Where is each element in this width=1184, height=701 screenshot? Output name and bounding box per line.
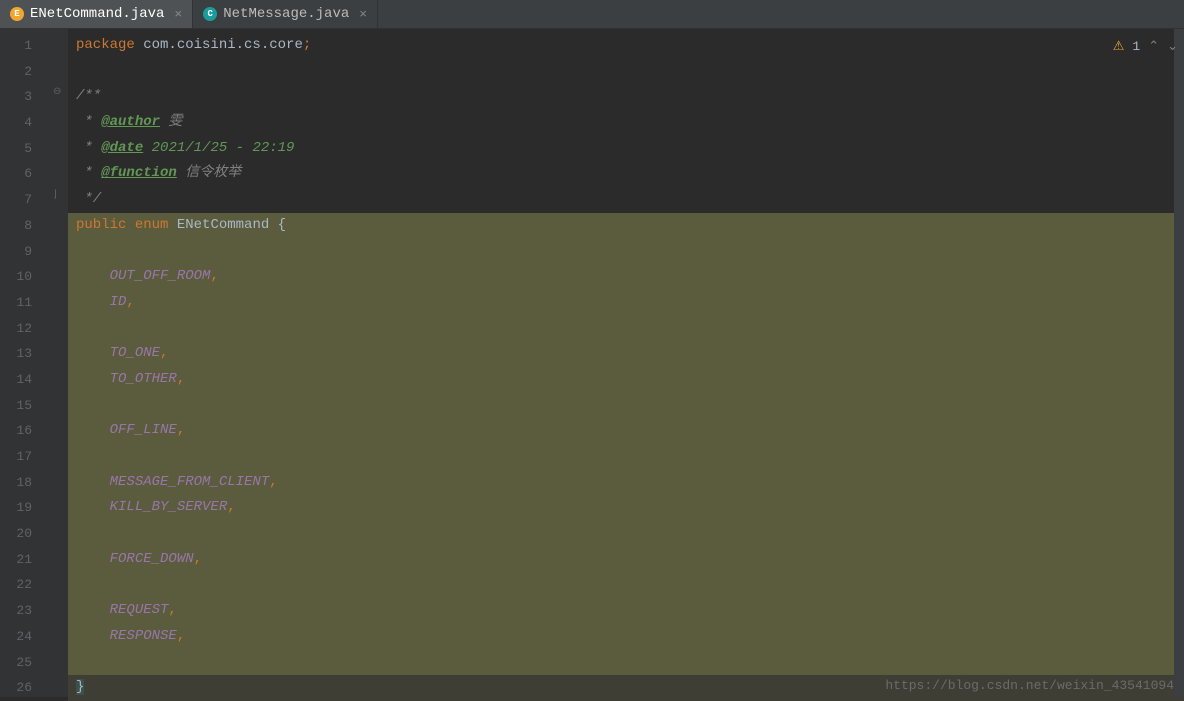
code-line (68, 59, 1184, 85)
code-line: package com.coisini.cs.core; (68, 33, 1184, 59)
line-number: 22 (0, 572, 50, 598)
line-number: 23 (0, 598, 50, 624)
line-number: 12 (0, 316, 50, 342)
code-line: TO_OTHER, (68, 367, 1184, 393)
warning-icon[interactable]: ⚠ (1113, 39, 1125, 54)
line-number: 6 (0, 161, 50, 187)
line-number: 7 (0, 187, 50, 213)
code-line (68, 393, 1184, 419)
code-line: REQUEST, (68, 598, 1184, 624)
code-line: MESSAGE_FROM_CLIENT, (68, 470, 1184, 496)
code-line (68, 444, 1184, 470)
java-class-icon: C (203, 7, 217, 21)
line-number: 8 (0, 213, 50, 239)
line-number: 19 (0, 495, 50, 521)
tab-label: NetMessage.java (223, 6, 349, 22)
code-area[interactable]: ⚠ 1 ⌃ ⌄ package com.coisini.cs.core; /**… (68, 29, 1184, 697)
fold-column: ⊖ ⌋ (50, 29, 68, 697)
code-line (68, 316, 1184, 342)
code-line (68, 239, 1184, 265)
line-number: 3 (0, 84, 50, 110)
code-line: * @function 信令枚举 (68, 161, 1184, 187)
line-number: 11 (0, 290, 50, 316)
tab-enetcommand[interactable]: E ENetCommand.java × (0, 0, 193, 28)
code-line (68, 572, 1184, 598)
code-line (68, 521, 1184, 547)
inspection-panel: ⚠ 1 ⌃ ⌄ (1113, 39, 1178, 54)
editor: 1 2 3 4 5 6 7 8 9 10 11 12 13 14 15 16 1… (0, 29, 1184, 697)
fold-end-icon[interactable]: ⌋ (53, 189, 63, 199)
code-line: OFF_LINE, (68, 418, 1184, 444)
line-number: 17 (0, 444, 50, 470)
tab-label: ENetCommand.java (30, 6, 164, 22)
code-line: OUT_OFF_ROOM, (68, 264, 1184, 290)
code-line: ID, (68, 290, 1184, 316)
line-number: 9 (0, 239, 50, 265)
chevron-up-icon[interactable]: ⌃ (1148, 39, 1159, 54)
line-number: 14 (0, 367, 50, 393)
line-number: 2 (0, 59, 50, 85)
code-line: public enum ENetCommand { (68, 213, 1184, 239)
line-number: 26 (0, 675, 50, 701)
code-line: KILL_BY_SERVER, (68, 495, 1184, 521)
code-line (68, 650, 1184, 676)
close-icon[interactable]: × (174, 7, 182, 22)
code-line: FORCE_DOWN, (68, 547, 1184, 573)
warning-count: 1 (1132, 39, 1140, 54)
line-number: 21 (0, 547, 50, 573)
code-line: */ (68, 187, 1184, 213)
close-icon[interactable]: × (359, 7, 367, 22)
tab-bar: E ENetCommand.java × C NetMessage.java × (0, 0, 1184, 29)
code-line: * @date 2021/1/25 - 22:19 (68, 136, 1184, 162)
code-line: TO_ONE, (68, 341, 1184, 367)
line-number: 1 (0, 33, 50, 59)
line-gutter: 1 2 3 4 5 6 7 8 9 10 11 12 13 14 15 16 1… (0, 29, 50, 697)
line-number: 4 (0, 110, 50, 136)
tab-netmessage[interactable]: C NetMessage.java × (193, 0, 378, 28)
watermark-text: https://blog.csdn.net/weixin_43541094 (885, 678, 1174, 693)
line-number: 13 (0, 341, 50, 367)
scrollbar[interactable] (1174, 29, 1184, 697)
code-line: RESPONSE, (68, 624, 1184, 650)
fold-toggle-icon[interactable]: ⊖ (53, 86, 63, 96)
line-number: 18 (0, 470, 50, 496)
line-number: 5 (0, 136, 50, 162)
line-number: 16 (0, 418, 50, 444)
line-number: 24 (0, 624, 50, 650)
line-number: 10 (0, 264, 50, 290)
code-line: * @author 雯 (68, 110, 1184, 136)
line-number: 25 (0, 650, 50, 676)
line-number: 20 (0, 521, 50, 547)
chevron-down-icon[interactable]: ⌄ (1167, 39, 1178, 54)
code-line: /** (68, 84, 1184, 110)
line-number: 15 (0, 393, 50, 419)
java-enum-icon: E (10, 7, 24, 21)
